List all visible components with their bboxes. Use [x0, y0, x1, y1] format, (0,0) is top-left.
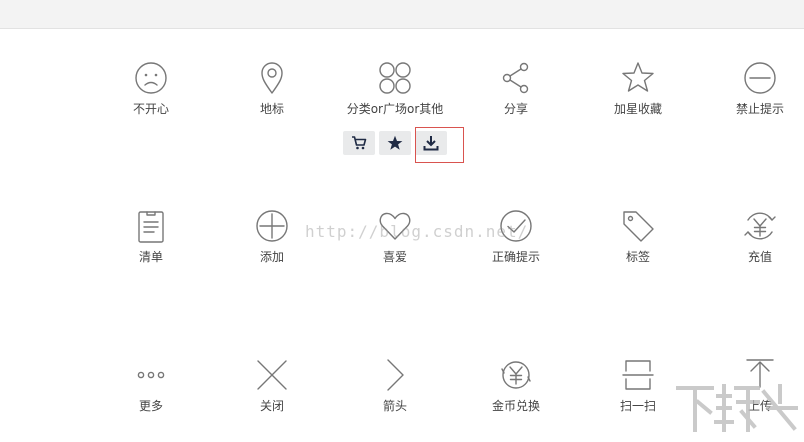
- icon-label: 金币兑换: [491, 399, 540, 413]
- icon-cell-share[interactable]: 分享: [461, 60, 571, 117]
- plus-circle-icon: [256, 210, 288, 242]
- icon-cell-list[interactable]: 清单: [96, 208, 206, 265]
- icon-cell-forbidden[interactable]: 禁止提示: [705, 60, 804, 117]
- icon-label: 喜爱: [382, 250, 407, 264]
- close-x-icon: [257, 360, 287, 390]
- site-logo-watermark: [676, 384, 798, 432]
- icon-cell-coin-exchange[interactable]: 金币兑换: [461, 357, 571, 414]
- scan-icon: [622, 360, 654, 390]
- icon-label: 充值: [747, 250, 772, 264]
- clipboard-list-icon: [138, 211, 164, 243]
- icon-cell-favorite[interactable]: 加星收藏: [583, 60, 693, 117]
- sad-face-icon: [135, 62, 167, 94]
- icon-cell-recharge[interactable]: 充值: [705, 208, 804, 265]
- top-bar: [0, 0, 804, 29]
- cart-icon: [352, 136, 367, 150]
- star-filled-icon: [387, 135, 403, 150]
- icon-label: 箭头: [382, 399, 407, 413]
- star-button[interactable]: [379, 131, 411, 155]
- icon-label: 禁止提示: [735, 102, 784, 116]
- icon-label: 标签: [625, 250, 650, 264]
- icon-label: 分享: [503, 102, 528, 116]
- icon-label: 添加: [259, 250, 284, 264]
- tag-icon: [623, 211, 654, 242]
- icon-cell-landmark[interactable]: 地标: [217, 60, 327, 117]
- icon-label: 更多: [138, 399, 163, 413]
- icon-label: 加星收藏: [613, 102, 662, 116]
- highlight-box: [415, 127, 464, 163]
- coin-exchange-icon: [501, 361, 531, 389]
- star-outline-icon: [622, 62, 654, 92]
- icon-label: 地标: [259, 102, 284, 116]
- icon-cell-arrow[interactable]: 箭头: [340, 357, 450, 414]
- four-circles-icon: [379, 62, 411, 94]
- chevron-right-icon: [387, 359, 404, 391]
- watermark-text: http://blog.csdn.net/: [305, 222, 529, 241]
- map-pin-icon: [261, 62, 283, 94]
- icon-cell-category[interactable]: 分类or广场or其他: [340, 60, 450, 117]
- icon-cell-more[interactable]: 更多: [96, 357, 206, 414]
- icon-cell-close[interactable]: 关闭: [217, 357, 327, 414]
- cart-button[interactable]: [343, 131, 375, 155]
- icon-label: 不开心: [132, 102, 169, 116]
- icon-label: 清单: [138, 250, 163, 264]
- icon-label: 关闭: [259, 399, 284, 413]
- share-icon: [502, 62, 529, 94]
- icon-label: 分类or广场or其他: [346, 102, 444, 116]
- yuan-refresh-icon: [744, 212, 776, 240]
- icon-cell-tag[interactable]: 标签: [583, 208, 693, 265]
- icon-cell-sad[interactable]: 不开心: [96, 60, 206, 117]
- icon-label: 正确提示: [491, 250, 540, 264]
- forbidden-icon: [744, 62, 776, 94]
- more-dots-icon: [137, 371, 165, 379]
